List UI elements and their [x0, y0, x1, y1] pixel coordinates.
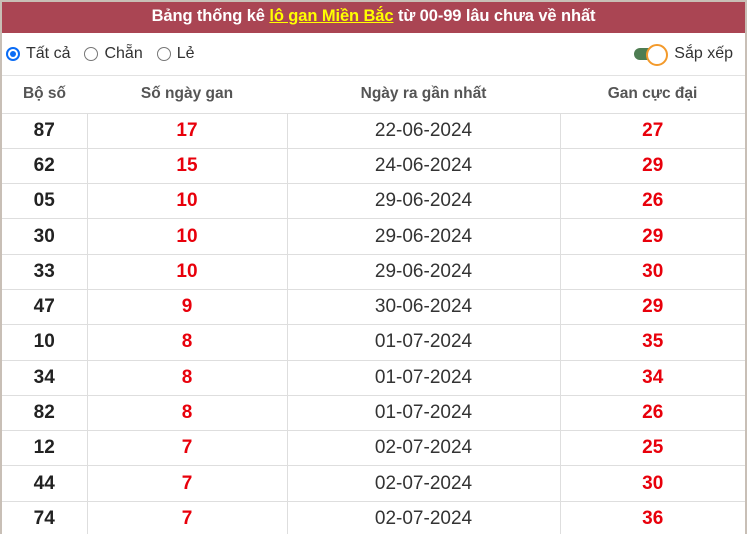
cell-max-gan: 34	[559, 360, 745, 396]
cell-days: 7	[86, 465, 287, 502]
table-body: 87 17 22-06-2024 27 62 15 24-06-2024 29 05 10 29-0…	[2, 113, 745, 534]
cell-last-date: 01-07-2024	[286, 324, 560, 361]
parity-filter-group: Tất cả Chẵn Lẻ	[6, 45, 209, 63]
cell-last-date: 29-06-2024	[286, 183, 560, 220]
filter-all-label: Tất cả	[26, 45, 71, 62]
cell-days: 8	[86, 395, 287, 432]
toggle-knob[interactable]	[646, 44, 669, 66]
cell-max-gan: 25	[559, 430, 745, 467]
filter-even-label: Chẵn	[104, 45, 143, 62]
cell-days: 10	[86, 183, 287, 220]
cell-number: 44	[2, 465, 87, 502]
cell-days: 8	[86, 324, 287, 361]
cell-max-gan: 30	[559, 254, 745, 290]
table-row: 30 10 29-06-2024 29	[2, 218, 745, 255]
cell-days: 10	[86, 254, 287, 290]
table-row: 87 17 22-06-2024 27	[2, 113, 745, 149]
filter-odd[interactable]: Lẻ	[156, 45, 195, 63]
cell-last-date: 02-07-2024	[286, 465, 560, 502]
radio-odd[interactable]	[156, 47, 171, 61]
cell-last-date: 02-07-2024	[286, 430, 560, 467]
cell-last-date: 29-06-2024	[286, 254, 560, 290]
cell-days: 15	[86, 148, 287, 185]
filter-odd-label: Lẻ	[176, 45, 195, 62]
table-row: 10 8 01-07-2024 35	[2, 324, 745, 361]
cell-number: 05	[2, 183, 87, 220]
table-row: 12 7 02-07-2024 25	[2, 430, 745, 467]
cell-max-gan: 36	[559, 501, 745, 534]
title-prefix: Bảng thống kê	[151, 7, 270, 25]
col-header-number: Bộ số	[2, 76, 87, 114]
radio-all[interactable]	[6, 47, 20, 61]
cell-max-gan: 35	[559, 324, 745, 361]
cell-number: 33	[2, 254, 87, 290]
cell-last-date: 01-07-2024	[286, 395, 560, 432]
lo-gan-stats-widget: Bảng thống kê lô gan Miền Bắc từ 00-99 l…	[0, 0, 747, 534]
cell-days: 8	[86, 360, 287, 396]
table-row: 34 8 01-07-2024 34	[2, 360, 745, 396]
table-header-row: Bộ số Số ngày gan Ngày ra gần nhất Gan c…	[2, 76, 745, 114]
cell-number: 47	[2, 289, 87, 326]
sort-toggle[interactable]: Sắp xếp	[634, 44, 733, 66]
cell-number: 87	[2, 113, 87, 149]
cell-last-date: 02-07-2024	[286, 501, 560, 534]
table-row: 74 7 02-07-2024 36	[2, 501, 745, 534]
widget-title: Bảng thống kê lô gan Miền Bắc từ 00-99 l…	[2, 2, 745, 33]
radio-even[interactable]	[84, 47, 99, 61]
cell-number: 12	[2, 430, 87, 467]
cell-number: 74	[2, 501, 87, 534]
col-header-max-gan: Gan cực đại	[560, 76, 745, 114]
lo-gan-table: Bộ số Số ngày gan Ngày ra gần nhất Gan c…	[2, 76, 745, 534]
cell-max-gan: 29	[559, 218, 745, 255]
cell-last-date: 22-06-2024	[286, 113, 560, 149]
col-header-days: Số ngày gan	[87, 76, 287, 114]
cell-number: 34	[2, 360, 87, 396]
toggle-switch[interactable]	[634, 44, 669, 66]
cell-max-gan: 30	[559, 465, 745, 502]
cell-max-gan: 26	[559, 395, 745, 432]
table-row: 44 7 02-07-2024 30	[2, 465, 745, 502]
cell-max-gan: 29	[559, 148, 745, 185]
cell-last-date: 30-06-2024	[286, 289, 560, 326]
filter-all[interactable]: Tất cả	[6, 45, 70, 63]
cell-days: 17	[86, 113, 287, 149]
table-row: 33 10 29-06-2024 30	[2, 254, 745, 290]
title-link-lo-gan[interactable]: lô gan Miền Bắc	[269, 7, 393, 25]
cell-number: 82	[2, 395, 87, 432]
cell-last-date: 29-06-2024	[286, 218, 560, 255]
col-header-last-date: Ngày ra gần nhất	[287, 76, 560, 114]
cell-max-gan: 27	[559, 113, 745, 149]
filter-even[interactable]: Chẵn	[84, 45, 143, 63]
table-row: 62 15 24-06-2024 29	[2, 148, 745, 185]
cell-number: 10	[2, 324, 87, 361]
cell-days: 10	[86, 218, 287, 255]
cell-max-gan: 29	[559, 289, 745, 326]
cell-days: 7	[86, 430, 287, 467]
title-suffix: từ 00-99 lâu chưa về nhất	[393, 7, 596, 25]
cell-last-date: 24-06-2024	[286, 148, 560, 185]
table-row: 05 10 29-06-2024 26	[2, 183, 745, 220]
table-row: 47 9 30-06-2024 29	[2, 289, 745, 326]
cell-last-date: 01-07-2024	[286, 360, 560, 396]
cell-number: 62	[2, 148, 87, 185]
filter-bar: Tất cả Chẵn Lẻ Sắp xếp	[2, 33, 745, 76]
table-row: 82 8 01-07-2024 26	[2, 395, 745, 432]
sort-label: Sắp xếp	[674, 45, 733, 62]
cell-days: 7	[86, 501, 287, 534]
cell-days: 9	[86, 289, 287, 326]
cell-max-gan: 26	[559, 183, 745, 220]
cell-number: 30	[2, 218, 87, 255]
